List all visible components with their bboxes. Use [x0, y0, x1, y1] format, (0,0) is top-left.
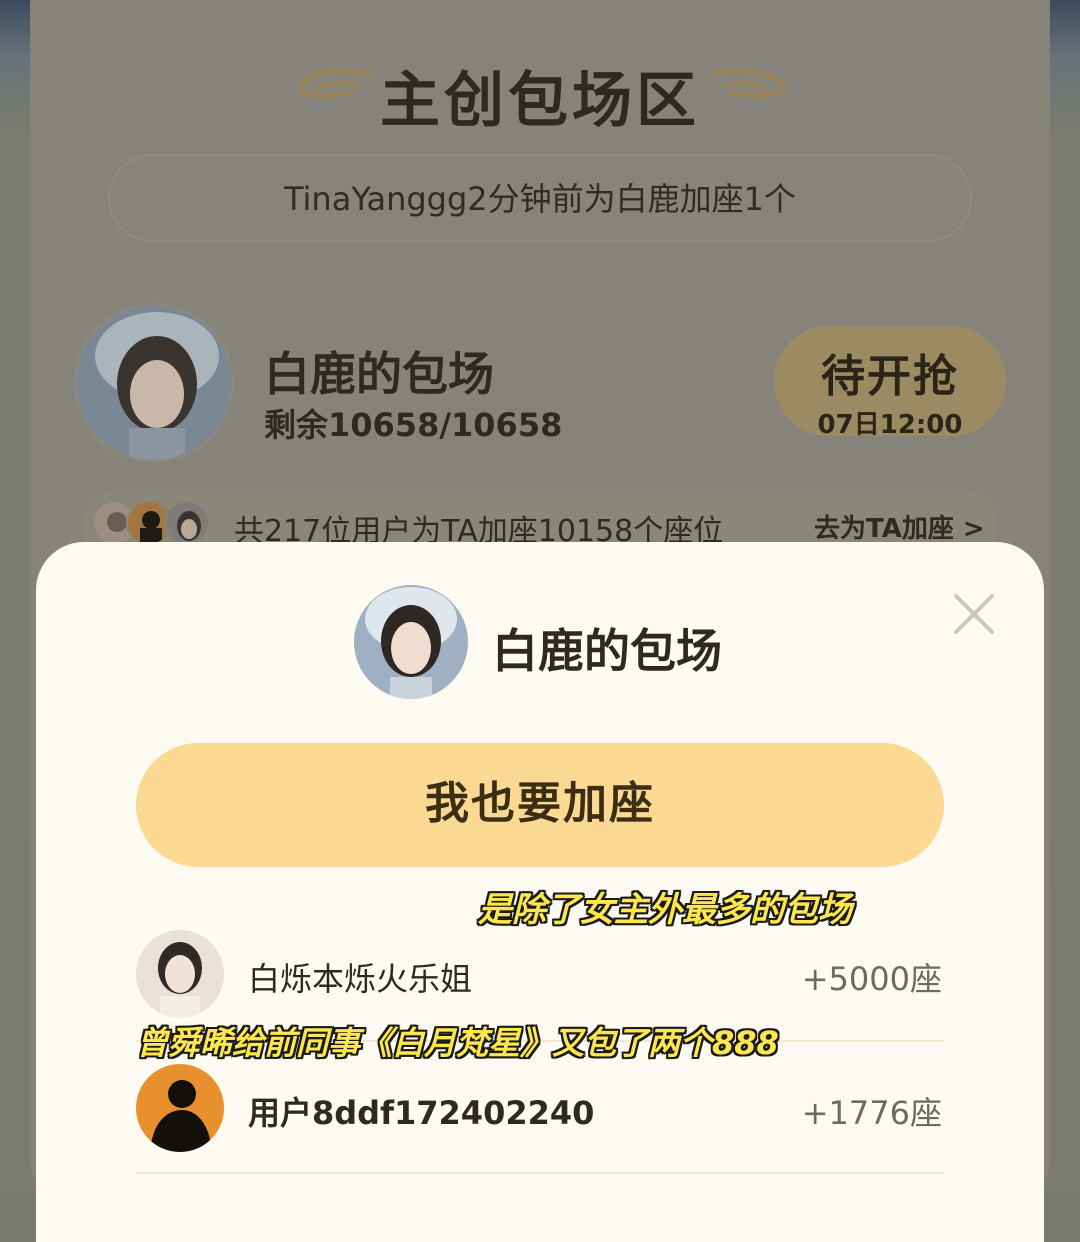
contributor-name: 白烁本烁火乐姐 [248, 960, 473, 998]
remaining-seats: 剩余10658/10658 [264, 406, 563, 444]
section-title: 主创包场区 [380, 66, 700, 136]
contributor-avatar[interactable] [136, 930, 224, 1018]
contributor-avatar [164, 500, 210, 546]
join-seat-button[interactable]: 我也要加座 [136, 743, 944, 867]
host-name: 白鹿的包场 [264, 347, 494, 401]
contributor-name: 用户8ddf172402240 [248, 1094, 595, 1132]
contributor-seats: +5000座 [801, 960, 942, 998]
host-avatar[interactable] [74, 303, 234, 463]
pending-grab-button[interactable]: 待开抢 07日12:00 [774, 326, 1006, 440]
add-seat-link[interactable]: 去为TA加座 > [814, 508, 985, 545]
activity-ticker: TinaYanggg2分钟前为白鹿加座1个 [108, 154, 972, 242]
close-icon[interactable] [950, 590, 998, 638]
sheet-title: 白鹿的包场 [492, 624, 722, 678]
status-label: 待开抢 [821, 351, 959, 402]
sheet-host-avatar [354, 585, 468, 699]
video-caption: 曾舜晞给前同事《白月梵星》又包了两个888 [136, 1024, 779, 1062]
video-caption: 是除了女主外最多的包场 [478, 890, 852, 930]
row-divider [136, 1172, 944, 1174]
contributor-avatar[interactable] [136, 1064, 224, 1152]
status-time: 07日12:00 [817, 410, 963, 440]
contributor-seats: +1776座 [801, 1094, 942, 1132]
